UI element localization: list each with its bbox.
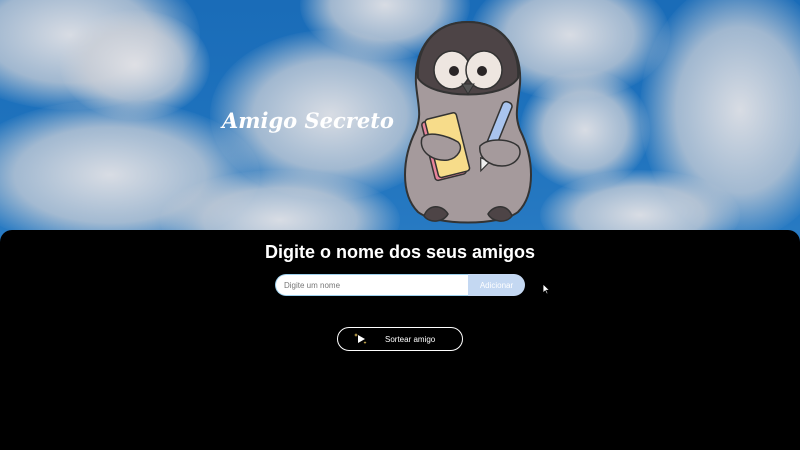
play-sparkle-icon [354, 333, 367, 345]
name-input-group: Adicionar [275, 274, 527, 296]
panel-heading: Digite o nome dos seus amigos [264, 242, 536, 262]
mouse-cursor-icon [542, 283, 551, 295]
name-input[interactable] [275, 274, 468, 296]
add-button[interactable]: Adicionar [468, 274, 525, 296]
page-title: Amigo Secreto [222, 108, 394, 133]
draw-button-label: Sortear amigo [385, 334, 436, 344]
draw-friend-button[interactable]: Sortear amigo [337, 327, 463, 351]
main-panel: Digite o nome dos seus amigos Adicionar … [0, 230, 800, 450]
penguin-illustration [404, 20, 532, 224]
